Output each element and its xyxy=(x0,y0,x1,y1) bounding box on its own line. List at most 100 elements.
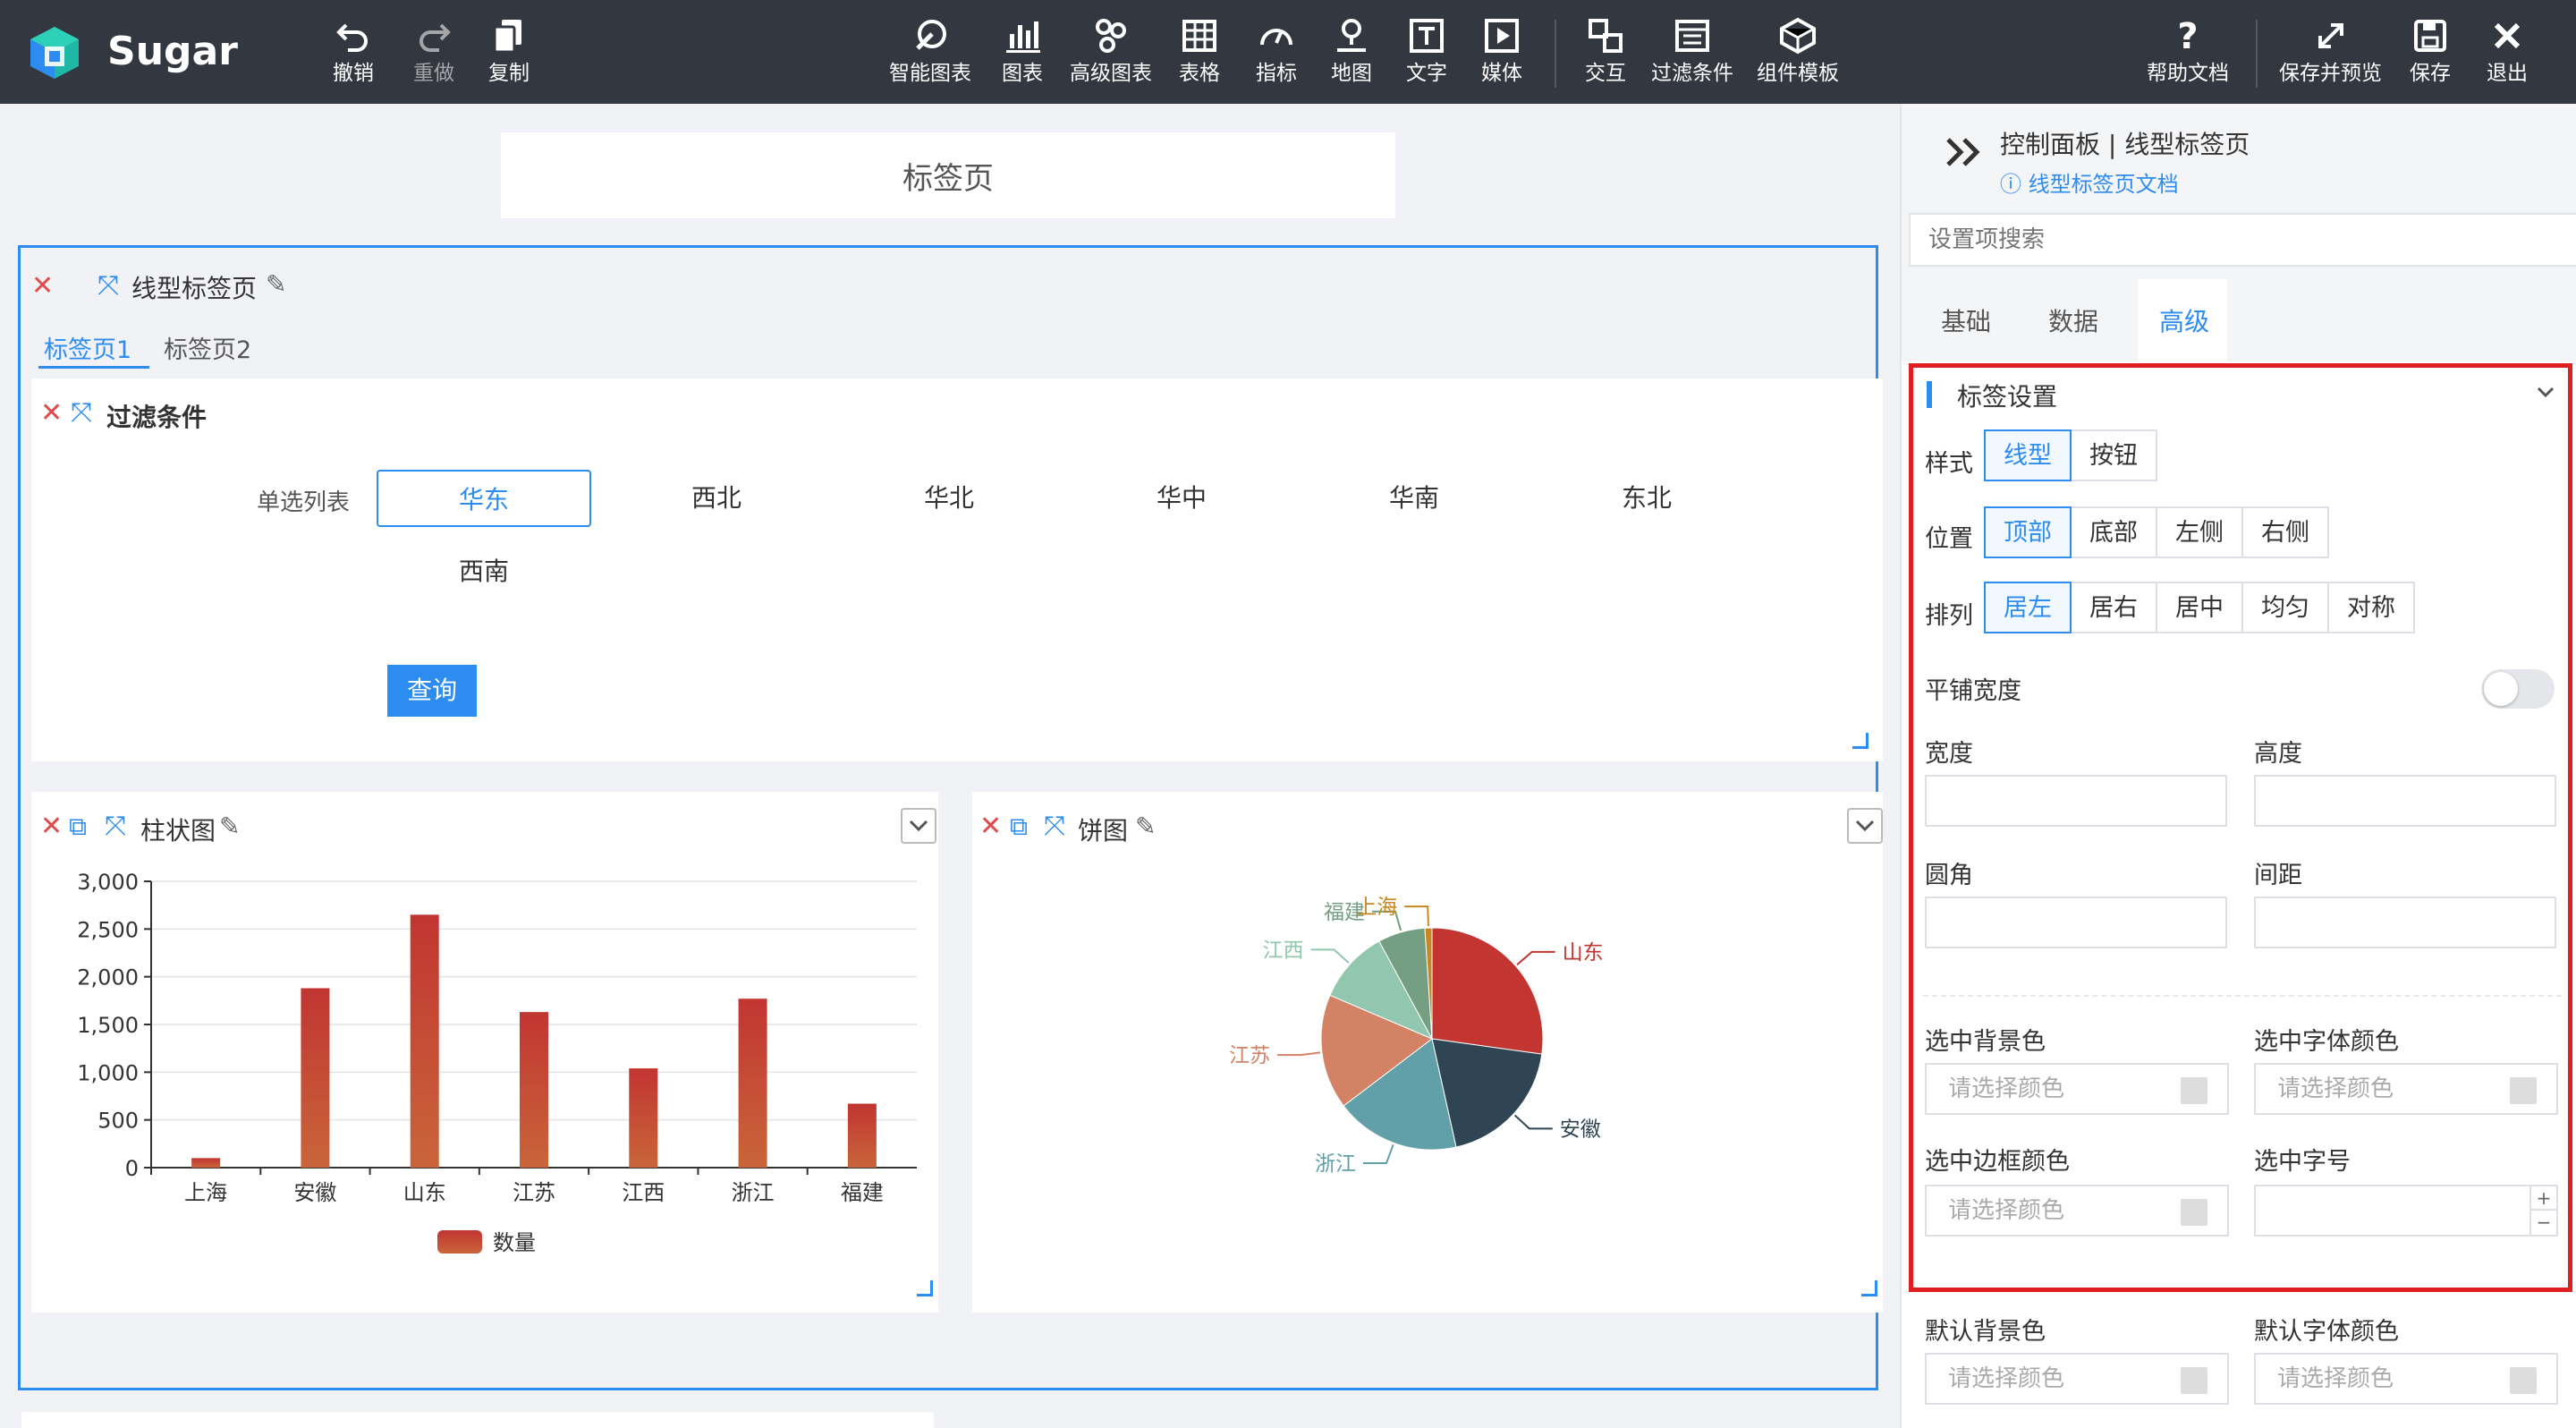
filter-option-selected[interactable]: 华东 xyxy=(377,470,591,527)
panel-tab-advanced[interactable]: 高级 xyxy=(2138,279,2227,361)
chevron-down-icon xyxy=(1855,820,1875,832)
copy-button[interactable]: 复制 xyxy=(488,16,530,91)
filter-option[interactable]: 西北 xyxy=(609,470,824,527)
doc-link[interactable]: ⓘ 线型标签页文档 xyxy=(2000,166,2179,198)
panel-tab-basic[interactable]: 基础 xyxy=(1941,302,1991,338)
toolbar-filter[interactable]: 过滤条件 xyxy=(1651,16,1733,91)
tab-header-text-widget[interactable]: 标签页 xyxy=(501,132,1395,218)
section-marker xyxy=(1927,381,1932,408)
save-preview-button[interactable]: 保存并预览 xyxy=(2279,16,2382,91)
edit-pencil-icon[interactable]: ✎ xyxy=(266,269,286,299)
default-font-color-picker[interactable]: 请选择颜色 xyxy=(2254,1353,2558,1405)
resize-handle[interactable] xyxy=(1861,1280,1877,1296)
delete-icon[interactable]: ✕ xyxy=(40,400,63,427)
align-label: 排列 xyxy=(1925,602,1973,630)
selected-border-color-picker[interactable]: 请选择颜色 xyxy=(1925,1185,2229,1237)
section-title: 标签设置 xyxy=(1957,382,2058,412)
toolbar-label: 地图 xyxy=(1331,62,1372,85)
toolbar-interaction[interactable]: 交互 xyxy=(1585,16,1626,91)
expand-icon[interactable]: ⤧ xyxy=(1044,813,1065,840)
delete-icon[interactable]: ✕ xyxy=(31,273,54,300)
duplicate-icon[interactable]: ⧉ xyxy=(69,812,87,842)
x-tick-label: 上海 xyxy=(184,1180,227,1205)
filter-option[interactable]: 华北 xyxy=(842,470,1056,527)
delete-icon[interactable]: ✕ xyxy=(40,813,63,840)
app-name: Sugar xyxy=(107,29,238,74)
query-button[interactable]: 查询 xyxy=(387,665,477,717)
default-bg-color-picker[interactable]: 请选择颜色 xyxy=(1925,1353,2229,1405)
height-input[interactable] xyxy=(2254,775,2556,827)
toolbar-text[interactable]: 文字 xyxy=(1406,16,1447,91)
filter-option[interactable]: 西南 xyxy=(377,543,591,600)
radius-input[interactable] xyxy=(1925,897,2227,948)
y-tick-label: 2,500 xyxy=(77,917,139,942)
filter-option[interactable]: 华中 xyxy=(1074,470,1289,527)
filter-option[interactable]: 华南 xyxy=(1307,470,1521,527)
help-label: 帮助文档 xyxy=(2147,62,2229,85)
settings-search-input[interactable] xyxy=(1911,215,2576,265)
stepper-plus-icon[interactable]: + xyxy=(2531,1186,2556,1211)
align-option-symmetric[interactable]: 对称 xyxy=(2327,582,2415,633)
tab-1[interactable]: 标签页1 xyxy=(44,330,131,365)
style-option-button[interactable]: 按钮 xyxy=(2070,429,2157,481)
save-button[interactable]: 保存 xyxy=(2410,16,2451,91)
toolbar-chart[interactable]: 图表 xyxy=(1002,16,1043,91)
selected-bg-color-picker[interactable]: 请选择颜色 xyxy=(1925,1063,2229,1115)
chevron-down-icon[interactable] xyxy=(2537,387,2555,399)
pie-label: 上海 xyxy=(1356,896,1397,919)
advanced-chart-icon xyxy=(1096,19,1126,53)
filter-option[interactable]: 东北 xyxy=(1539,470,1754,527)
toolbar-table[interactable]: 表格 xyxy=(1179,16,1220,91)
toolbar-advanced-chart[interactable]: 高级图表 xyxy=(1070,16,1152,91)
chart-menu-dropdown[interactable] xyxy=(1847,808,1883,844)
edit-pencil-icon[interactable]: ✎ xyxy=(219,812,240,841)
tab-widget-frame[interactable]: ✕ ⤧ 线型标签页 ✎ 标签页1 标签页2 ✕ ⤧ 过滤条件 单选列表 华东 西… xyxy=(18,245,1883,1390)
resize-handle[interactable] xyxy=(1852,733,1868,749)
position-option-bottom[interactable]: 底部 xyxy=(2070,506,2157,558)
selected-font-color-picker[interactable]: 请选择颜色 xyxy=(2254,1063,2558,1115)
position-option-top[interactable]: 顶部 xyxy=(1984,506,2072,558)
position-option-left[interactable]: 左侧 xyxy=(2156,506,2243,558)
redo-button[interactable]: 重做 xyxy=(413,16,454,91)
tab-2[interactable]: 标签页2 xyxy=(164,330,251,365)
panel-tab-data[interactable]: 数据 xyxy=(2048,302,2098,338)
position-option-right[interactable]: 右侧 xyxy=(2241,506,2329,558)
toolbar-label: 智能图表 xyxy=(889,62,971,85)
chevron-down-icon xyxy=(909,820,928,832)
settings-search[interactable] xyxy=(1909,213,2576,267)
bar xyxy=(847,1103,877,1168)
edit-pencil-icon[interactable]: ✎ xyxy=(1135,812,1156,841)
pie-slice xyxy=(1431,927,1544,1055)
width-input[interactable] xyxy=(1925,775,2227,827)
align-option-left[interactable]: 居左 xyxy=(1984,582,2072,633)
collapse-panel-icon[interactable] xyxy=(1945,136,1982,168)
expand-icon[interactable]: ⤧ xyxy=(97,273,119,300)
toolbar-metric[interactable]: 指标 xyxy=(1256,16,1297,91)
toolbar-media[interactable]: 媒体 xyxy=(1481,16,1522,91)
align-option-even[interactable]: 均匀 xyxy=(2241,582,2329,633)
toolbar-map[interactable]: 地图 xyxy=(1331,16,1372,91)
align-option-center[interactable]: 居中 xyxy=(2156,582,2243,633)
toolbar-component-template[interactable]: 组件模板 xyxy=(1757,16,1839,91)
style-option-line[interactable]: 线型 xyxy=(1984,429,2072,481)
stepper-minus-icon[interactable]: − xyxy=(2531,1211,2556,1235)
tab-header-text: 标签页 xyxy=(902,160,994,197)
tile-width-toggle[interactable] xyxy=(2481,669,2555,709)
align-option-right[interactable]: 居右 xyxy=(2070,582,2157,633)
x-tick-label: 江西 xyxy=(622,1180,665,1205)
expand-icon[interactable]: ⤧ xyxy=(71,400,92,427)
exit-button[interactable]: 退出 xyxy=(2487,16,2528,91)
undo-button[interactable]: 撤销 xyxy=(333,16,374,91)
chart-menu-dropdown[interactable] xyxy=(901,808,936,844)
help-button[interactable]: ? 帮助文档 xyxy=(2147,16,2229,91)
toolbar-smart-chart[interactable]: 智能图表 xyxy=(889,16,971,91)
undo-icon xyxy=(336,23,368,52)
resize-handle[interactable] xyxy=(917,1280,933,1296)
width-label: 宽度 xyxy=(1925,740,1973,768)
selected-font-size-stepper[interactable]: + − xyxy=(2254,1185,2558,1237)
spacing-input[interactable] xyxy=(2254,897,2556,948)
expand-icon[interactable]: ⤧ xyxy=(105,813,126,840)
delete-icon[interactable]: ✕ xyxy=(979,813,1002,840)
duplicate-icon[interactable]: ⧉ xyxy=(1010,812,1028,842)
top-toolbar: Sugar 撤销 重做 复制 智能图表 图表 高级图表 表格 指标 地图 文字 xyxy=(0,0,2576,104)
